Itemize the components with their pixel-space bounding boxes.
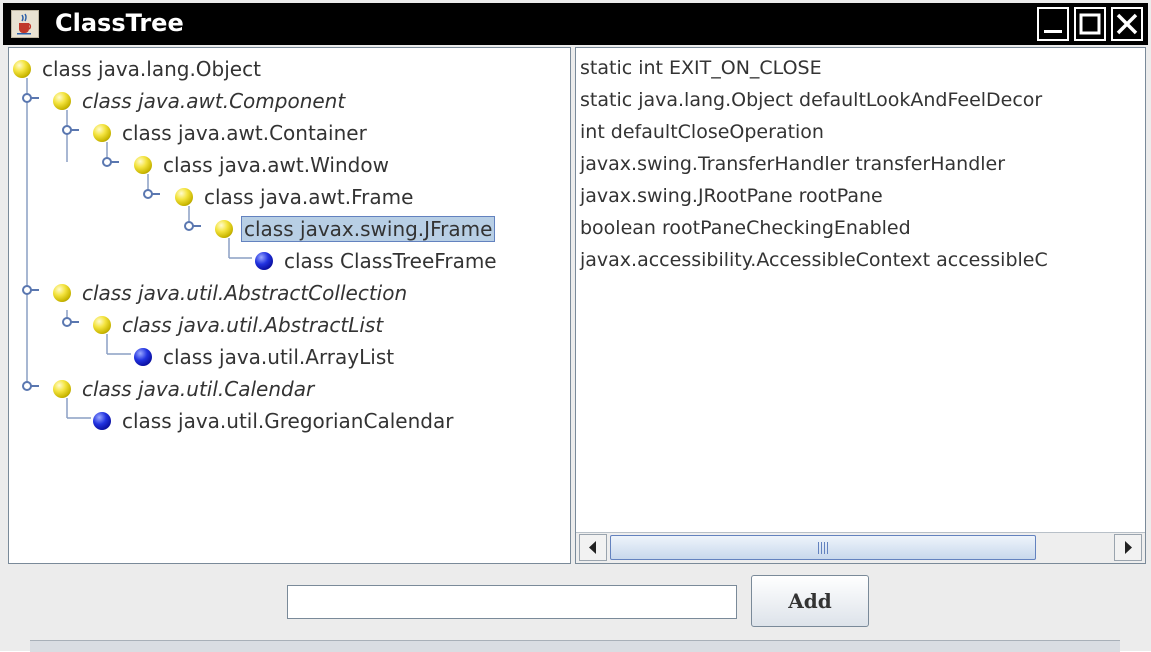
bottom-edge-bar: [30, 640, 1120, 652]
list-item[interactable]: static int EXIT_ON_CLOSE: [580, 52, 822, 84]
yellow-ball-icon: [53, 92, 71, 110]
grip-icon: [818, 542, 830, 554]
tree-node-label: class java.awt.Component: [82, 89, 346, 113]
expand-handle[interactable]: [143, 189, 160, 199]
tree-node[interactable]: class java.awt.Container: [93, 118, 370, 148]
add-bar: Add: [0, 566, 1151, 634]
arrow-left-icon: [589, 541, 596, 554]
tree-node-label: class java.awt.Frame: [204, 185, 414, 209]
title-bar[interactable]: ClassTree: [3, 3, 1148, 45]
yellow-ball-icon: [215, 220, 233, 238]
close-button[interactable]: [1111, 7, 1143, 41]
tree-node[interactable]: class java.awt.Frame: [175, 182, 416, 212]
tree-node[interactable]: class java.lang.Object: [13, 54, 264, 84]
tree-node-label: class java.util.AbstractCollection: [82, 281, 408, 305]
tree-node-selected[interactable]: class javax.swing.JFrame: [215, 214, 496, 244]
expand-handle[interactable]: [184, 221, 201, 231]
tree-node-label: class java.util.AbstractList: [122, 313, 384, 337]
maximize-button[interactable]: [1074, 7, 1106, 41]
scrollbar-thumb[interactable]: [610, 535, 1036, 560]
tree-node[interactable]: class java.util.AbstractCollection: [53, 278, 410, 308]
list-item[interactable]: javax.accessibility.AccessibleContext ac…: [580, 244, 1048, 276]
tree-node[interactable]: class java.awt.Component: [53, 86, 348, 116]
tree-node[interactable]: class java.util.AbstractList: [93, 310, 386, 340]
field-list[interactable]: static int EXIT_ON_CLOSE static java.lan…: [575, 47, 1146, 564]
tree-node-label: class java.util.Calendar: [82, 377, 315, 401]
expand-handle[interactable]: [102, 157, 119, 167]
yellow-ball-icon: [93, 316, 111, 334]
list-item[interactable]: static java.lang.Object defaultLookAndFe…: [580, 84, 1042, 116]
expand-handle[interactable]: [22, 285, 39, 295]
arrow-right-icon: [1125, 541, 1132, 554]
list-item[interactable]: int defaultCloseOperation: [580, 116, 824, 148]
tree-node[interactable]: class java.util.Calendar: [53, 374, 317, 404]
tree-node-label: class java.util.ArrayList: [163, 345, 395, 369]
expand-handle[interactable]: [22, 93, 39, 103]
tree-node-label: class javax.swing.JFrame: [241, 216, 496, 242]
tree-node[interactable]: class ClassTreeFrame: [255, 246, 500, 276]
blue-ball-icon: [93, 412, 111, 430]
tree-node-label: class java.util.GregorianCalendar: [122, 409, 454, 433]
window-title: ClassTree: [55, 9, 184, 37]
yellow-ball-icon: [53, 284, 71, 302]
scroll-right-button[interactable]: [1114, 534, 1142, 561]
yellow-ball-icon: [13, 60, 31, 78]
bottom-edge: [0, 634, 1151, 652]
expand-handle[interactable]: [62, 125, 79, 135]
yellow-ball-icon: [93, 124, 111, 142]
tree-node-label: class ClassTreeFrame: [284, 249, 497, 273]
tree-node[interactable]: class java.util.ArrayList: [134, 342, 397, 372]
java-cup-icon[interactable]: [11, 10, 39, 38]
blue-ball-icon: [255, 252, 273, 270]
expand-handle[interactable]: [62, 317, 79, 327]
tree-node-label: class java.awt.Window: [163, 153, 389, 177]
blue-ball-icon: [134, 348, 152, 366]
add-button[interactable]: Add: [751, 575, 869, 627]
classtree-window: ClassTree class java.lang.Object class j…: [0, 0, 1151, 652]
yellow-ball-icon: [134, 156, 152, 174]
list-item[interactable]: boolean rootPaneCheckingEnabled: [580, 212, 911, 244]
minimize-button[interactable]: [1037, 7, 1069, 41]
class-tree[interactable]: class java.lang.Object class java.awt.Co…: [8, 47, 571, 564]
yellow-ball-icon: [53, 380, 71, 398]
list-item[interactable]: javax.swing.TransferHandler transferHand…: [580, 148, 1005, 180]
yellow-ball-icon: [175, 188, 193, 206]
tree-node-label: class java.lang.Object: [42, 57, 261, 81]
tree-node[interactable]: class java.awt.Window: [134, 150, 392, 180]
class-name-input[interactable]: [287, 585, 737, 619]
tree-node-label: class java.awt.Container: [122, 121, 367, 145]
list-item[interactable]: javax.swing.JRootPane rootPane: [580, 180, 883, 212]
horizontal-scrollbar[interactable]: [576, 532, 1145, 563]
expand-handle[interactable]: [22, 381, 39, 391]
tree-node[interactable]: class java.util.GregorianCalendar: [93, 406, 456, 436]
scroll-left-button[interactable]: [579, 534, 607, 561]
